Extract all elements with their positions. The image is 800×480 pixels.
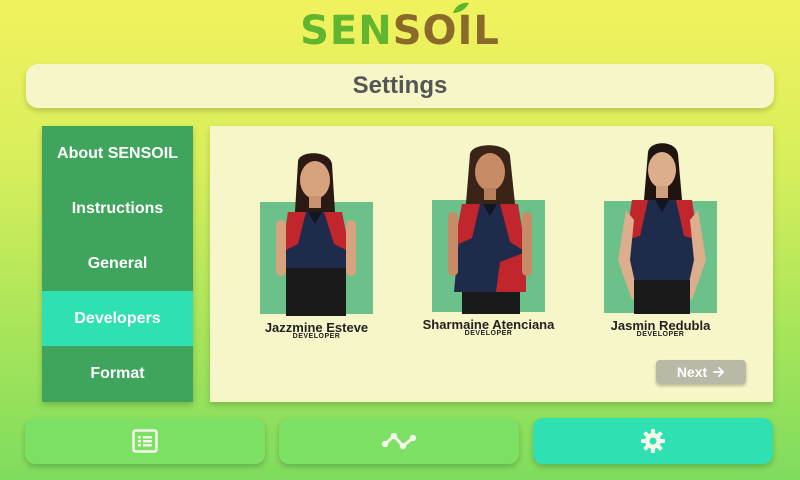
arrow-right-icon <box>713 367 725 377</box>
developer-role: DEVELOPER <box>464 330 513 337</box>
nav-records-button[interactable] <box>25 418 265 464</box>
sidebar-item-label: Instructions <box>71 199 164 217</box>
sidebar-item-general[interactable]: General <box>42 236 193 291</box>
app-logo: SENSO IL <box>0 2 800 54</box>
nav-chart-button[interactable] <box>279 418 519 464</box>
logo-o-letter: O <box>422 8 458 54</box>
developer-role: DEVELOPER <box>636 331 685 338</box>
sidebar-item-format[interactable]: Format <box>42 346 193 401</box>
gear-icon <box>641 429 665 453</box>
leaf-icon <box>452 2 469 13</box>
sidebar-item-developers[interactable]: Developers <box>42 291 193 346</box>
sidebar-item-about[interactable]: About SENSOIL <box>42 126 193 181</box>
sidebar-item-label: General <box>87 254 148 272</box>
developer-photo <box>448 145 532 314</box>
developer-photo <box>618 143 706 314</box>
page-title: Settings <box>352 72 448 99</box>
page-title-bar: Settings <box>26 64 774 108</box>
developers-panel: Jazzmine Esteve DEVELOPER Sharmaine Aten… <box>210 126 773 402</box>
chart-line-icon <box>381 432 417 450</box>
next-button-label: Next <box>676 364 708 380</box>
logo-text-sen: SEN <box>300 8 393 54</box>
sidebar-item-label: Developers <box>74 309 161 327</box>
list-icon <box>132 429 158 453</box>
nav-settings-button[interactable] <box>533 418 773 464</box>
developer-role: DEVELOPER <box>292 333 341 340</box>
settings-sidebar: About SENSOIL Instructions General Devel… <box>42 126 193 402</box>
logo-text-o: O <box>422 2 469 54</box>
sidebar-item-label: About SENSOIL <box>57 144 178 162</box>
next-button[interactable]: Next <box>656 360 746 384</box>
sidebar-item-label: Format <box>90 364 145 382</box>
logo-text-s: S <box>392 8 423 54</box>
logo-text-il: IL <box>457 8 500 54</box>
sidebar-item-instructions[interactable]: Instructions <box>42 181 193 236</box>
developer-photo <box>276 153 356 316</box>
